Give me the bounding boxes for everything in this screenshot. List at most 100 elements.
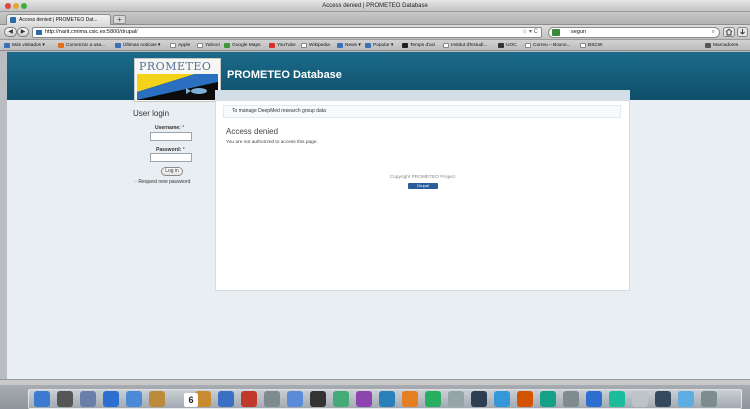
dock-app-icon[interactable] <box>241 391 257 407</box>
main-content: To manage DeepMed research group data Ac… <box>215 90 630 291</box>
bookmark-popular[interactable]: Popular ▾ <box>365 42 393 49</box>
password-field[interactable] <box>150 153 192 162</box>
home-icon[interactable] <box>723 27 735 37</box>
tab-bar: Access denied | PROMETEO Dat... + <box>0 12 750 25</box>
search-input[interactable]: segun ⌕ <box>548 27 720 38</box>
bookmark-comenzar[interactable]: Comenzar a usa... <box>58 42 105 49</box>
dock-app-icon[interactable] <box>287 391 303 407</box>
rss-icon <box>365 43 371 48</box>
bookmark-correu[interactable]: Correu – Boxno... <box>525 42 571 49</box>
window-titlebar: Access denied | PROMETEO Database <box>0 0 750 12</box>
back-button[interactable]: ◀ <box>4 27 17 37</box>
bookmarks-icon <box>705 43 711 48</box>
logo-graphic <box>137 74 218 100</box>
bookmark-uoc[interactable]: UOC <box>498 42 517 49</box>
username-field[interactable] <box>150 132 192 141</box>
access-denied-message: You are not authorized to access this pa… <box>226 140 318 145</box>
tab-label: Access denied | PROMETEO Dat... <box>19 17 98 23</box>
search-value: segun <box>571 29 586 35</box>
search-engine-icon[interactable] <box>552 29 560 36</box>
user-login-title: User login <box>133 109 170 118</box>
dock-app-icon[interactable] <box>609 391 625 407</box>
dock-app-icon[interactable] <box>126 391 142 407</box>
dock-app-icon[interactable] <box>632 391 648 407</box>
bookmarks-toolbar: Más visitados ▾ Comenzar a usa... Última… <box>0 40 750 51</box>
bookmark-mas-visitados[interactable]: Más visitados ▾ <box>4 42 45 49</box>
powered-by-drupal-badge[interactable]: Drupal <box>408 183 438 189</box>
bookmark-youtube[interactable]: YouTube <box>269 42 296 49</box>
dock-app-icon[interactable] <box>448 391 464 407</box>
dock-app-icon[interactable] <box>494 391 510 407</box>
dock-app-icon[interactable] <box>218 391 234 407</box>
dock-app-icon[interactable] <box>149 391 165 407</box>
content-header-strip <box>216 91 629 101</box>
page-icon <box>197 43 203 48</box>
login-button[interactable]: Log in <box>161 167 183 176</box>
bookmark-bscw[interactable]: BSCW <box>580 42 602 49</box>
mail-icon <box>525 43 531 48</box>
request-new-password-link[interactable]: ○ Request new password <box>134 179 190 185</box>
navigation-bar: ◀ ▶ http://narit.cmima.csic.es:5800/drup… <box>0 25 750 40</box>
username-label: Username: * <box>155 125 185 131</box>
firefox-icon <box>58 43 64 48</box>
forward-button[interactable]: ▶ <box>17 27 29 37</box>
maps-icon <box>224 43 230 48</box>
zoom-window-icon[interactable] <box>21 3 27 9</box>
youtube-icon <box>269 43 275 48</box>
dock-app-icon[interactable] <box>103 391 119 407</box>
rss-icon <box>115 43 121 48</box>
site-mission: To manage DeepMed research group data <box>223 105 621 118</box>
dock-app-icon[interactable] <box>310 391 326 407</box>
site-favicon-icon <box>36 30 42 35</box>
dock-app-icon[interactable] <box>586 391 602 407</box>
bookmark-wikipedia[interactable]: Wikipedia <box>301 42 330 49</box>
new-tab-button[interactable]: + <box>113 15 126 24</box>
page-icon <box>170 43 176 48</box>
bookmark-ultimas-noticias[interactable]: Últimas noticias ▾ <box>115 42 160 49</box>
bookmark-institut[interactable]: Institut d'Estudi... <box>443 42 487 49</box>
window-title: Access denied | PROMETEO Database <box>322 3 428 9</box>
footer-copyright: Copyright PROMETEO Project <box>389 175 456 180</box>
dock-app-icon[interactable] <box>678 391 694 407</box>
bookmarks-menu[interactable]: Marcadores <box>705 42 738 49</box>
dock-app-icon[interactable] <box>264 391 280 407</box>
dock-app-icon[interactable] <box>655 391 671 407</box>
dock-app-icon[interactable] <box>701 391 717 407</box>
calendar-day: 6 <box>184 393 198 407</box>
drupal-favicon-icon <box>10 17 16 23</box>
dock-app-icon[interactable] <box>517 391 533 407</box>
weather-icon <box>402 43 408 48</box>
bookmark-news[interactable]: News ▾ <box>337 42 361 49</box>
downloads-icon[interactable] <box>737 27 748 37</box>
dock-app-icon[interactable] <box>563 391 579 407</box>
dock-app-icon[interactable] <box>333 391 349 407</box>
rss-icon <box>337 43 343 48</box>
wikipedia-icon <box>301 43 307 48</box>
bookmark-icon <box>4 43 10 48</box>
dock-app-icon[interactable] <box>34 391 50 407</box>
site-name[interactable]: PROMETEO Database <box>227 69 342 81</box>
page-viewport: PROMETEO PROMETEO Database User login Us… <box>7 52 750 379</box>
close-window-icon[interactable] <box>5 3 11 9</box>
reload-icon[interactable]: ☆ ▾ C <box>522 28 538 37</box>
address-bar[interactable]: http://narit.cmima.csic.es:5800/drupal/ … <box>32 27 542 38</box>
bullet-icon: ○ <box>134 179 138 185</box>
dock-app-icon[interactable] <box>356 391 372 407</box>
bookmark-apple[interactable]: Apple <box>170 42 190 49</box>
dock-app-icon[interactable] <box>80 391 96 407</box>
dock-app-icon[interactable] <box>471 391 487 407</box>
dock-app-icon[interactable] <box>402 391 418 407</box>
bookmark-google-maps[interactable]: Google Maps <box>224 42 261 49</box>
search-icon[interactable]: ⌕ <box>712 28 715 37</box>
required-marker: * <box>182 125 185 131</box>
page-title: Access denied <box>226 127 279 136</box>
bookmark-temps-daci[interactable]: Temps d'ací <box>402 42 435 49</box>
dock-app-icon[interactable] <box>425 391 441 407</box>
tab-access-denied[interactable]: Access denied | PROMETEO Dat... <box>6 14 111 25</box>
minimize-window-icon[interactable] <box>13 3 19 9</box>
dock-app-icon[interactable] <box>540 391 556 407</box>
bookmark-yahoo[interactable]: Yahoo! <box>197 42 220 49</box>
dock-app-icon[interactable] <box>379 391 395 407</box>
prometeo-logo[interactable]: PROMETEO <box>134 58 221 102</box>
dock-app-icon[interactable] <box>57 391 73 407</box>
